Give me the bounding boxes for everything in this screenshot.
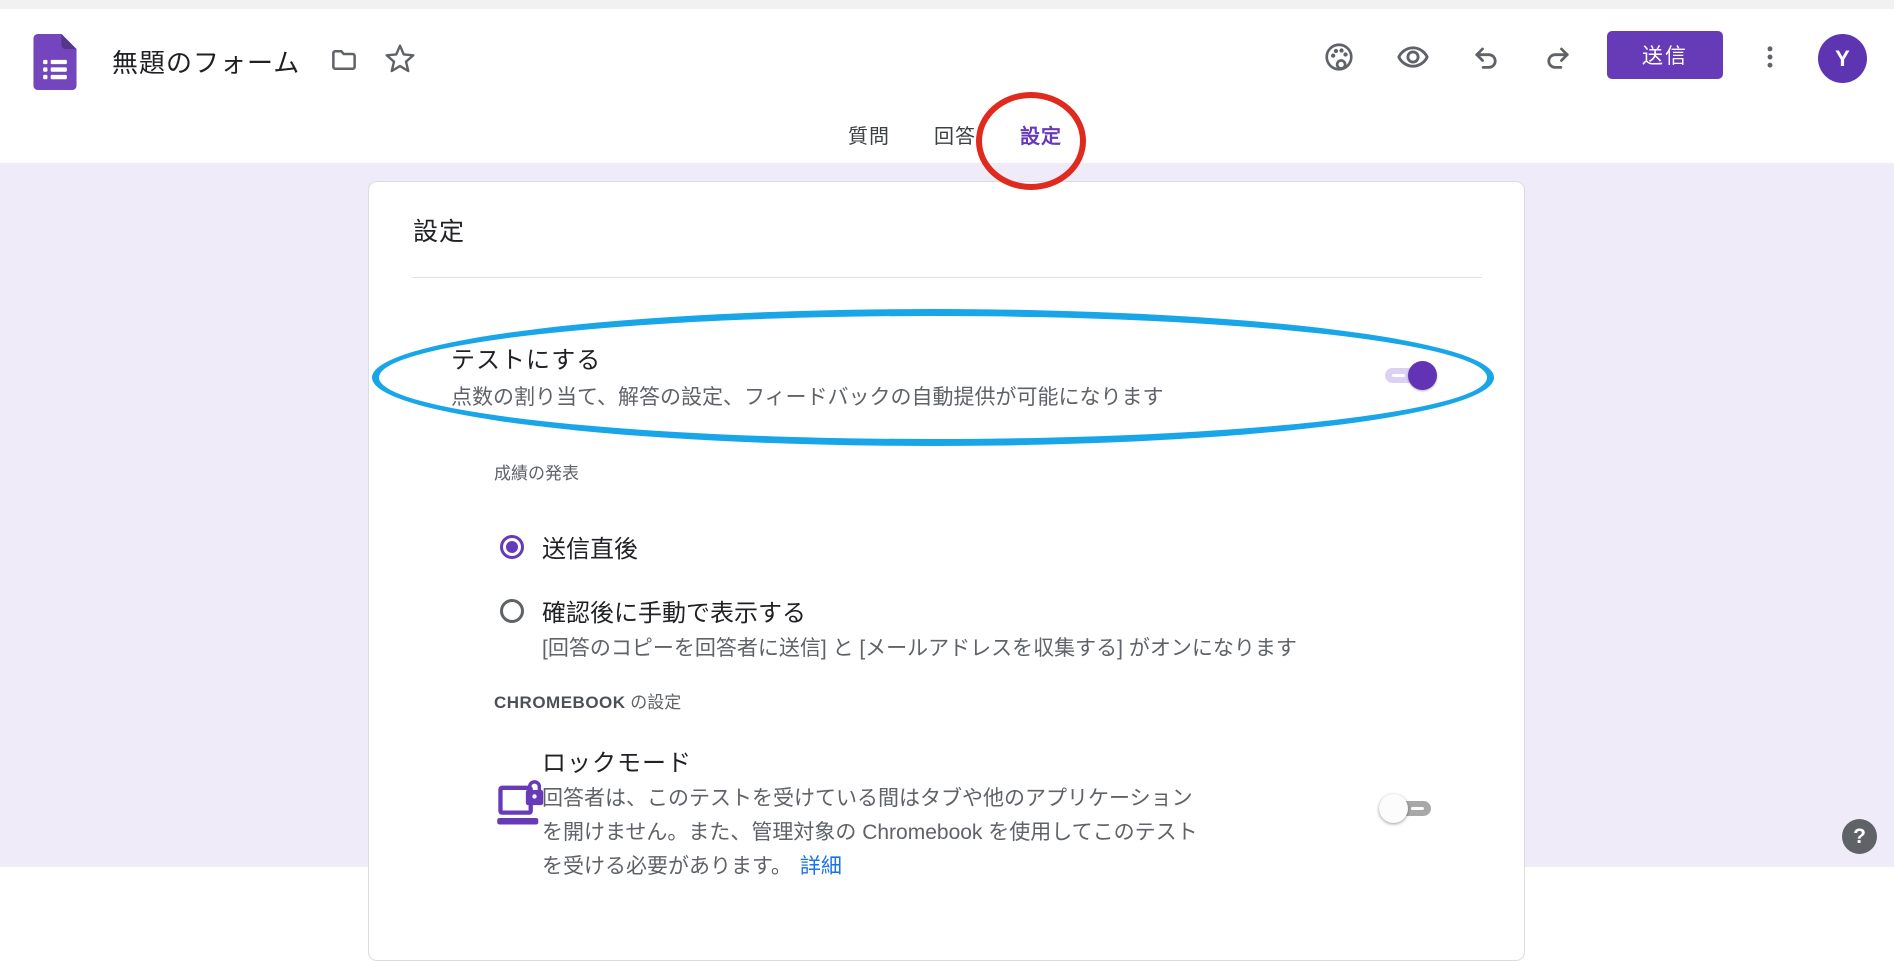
- redo-icon[interactable]: [1540, 39, 1576, 75]
- locked-mode-toggle[interactable]: [1379, 794, 1437, 823]
- undo-icon[interactable]: [1468, 39, 1504, 75]
- grade-release-option-manual: 確認後に手動で表示する: [500, 593, 806, 628]
- divider: [413, 277, 1482, 278]
- quiz-toggle[interactable]: [1379, 361, 1437, 390]
- tab-responses[interactable]: 回答: [934, 120, 976, 149]
- quiz-section-title: テストにする: [451, 340, 601, 375]
- grade-release-option-immediate: 送信直後: [500, 529, 638, 564]
- radio-selected-icon[interactable]: [500, 535, 524, 559]
- more-vertical-icon[interactable]: [1752, 39, 1788, 75]
- window-top-strip: [0, 0, 1894, 9]
- toggle-knob: [1408, 361, 1437, 390]
- chromebook-label-caps: CHROMEBOOK: [494, 693, 626, 712]
- preview-eye-icon[interactable]: [1395, 39, 1431, 75]
- radio-unselected-icon[interactable]: [500, 599, 524, 623]
- tab-settings[interactable]: 設定: [1020, 120, 1062, 149]
- chromebook-label-rest: の設定: [626, 693, 682, 712]
- star-icon[interactable]: [382, 41, 418, 77]
- locked-mode-description-text: 回答者は、このテストを受けている間はタブや他のアプリケーションを開けません。また…: [542, 787, 1198, 878]
- app-header: 無題のフォーム: [0, 9, 1894, 96]
- tab-questions[interactable]: 質問: [848, 120, 890, 149]
- settings-card: 設定 テストにする 点数の割り当て、解答の設定、フィードバックの自動提供が可能に…: [368, 181, 1525, 961]
- quiz-section-description: 点数の割り当て、解答の設定、フィードバックの自動提供が可能になります: [451, 381, 1164, 411]
- radio-label-manual[interactable]: 確認後に手動で表示する: [542, 593, 806, 628]
- chromebook-section-label: CHROMEBOOK の設定: [494, 688, 681, 713]
- send-button[interactable]: 送信: [1607, 31, 1723, 79]
- radio-label-immediate[interactable]: 送信直後: [542, 529, 638, 564]
- radio-dot: [506, 541, 518, 553]
- grade-release-label: 成績の発表: [494, 459, 579, 484]
- move-to-folder-icon[interactable]: [326, 42, 362, 78]
- locked-mode-title: ロックモード: [542, 743, 692, 778]
- settings-heading: 設定: [413, 212, 465, 248]
- palette-icon[interactable]: [1321, 39, 1357, 75]
- locked-mode-description: 回答者は、このテストを受けている間はタブや他のアプリケーションを開けません。また…: [542, 782, 1207, 884]
- forms-logo-icon[interactable]: [33, 34, 77, 90]
- help-button[interactable]: ?: [1842, 819, 1877, 854]
- toggle-knob: [1379, 794, 1408, 823]
- laptop-lock-icon: [496, 777, 546, 831]
- form-title[interactable]: 無題のフォーム: [112, 43, 300, 80]
- manual-option-description: [回答のコピーを回答者に送信] と [メールアドレスを収集する] がオンになりま…: [542, 632, 1297, 662]
- tab-bar: 質問 回答 設定 合計点: 0: [0, 96, 1894, 163]
- avatar[interactable]: Y: [1818, 34, 1867, 83]
